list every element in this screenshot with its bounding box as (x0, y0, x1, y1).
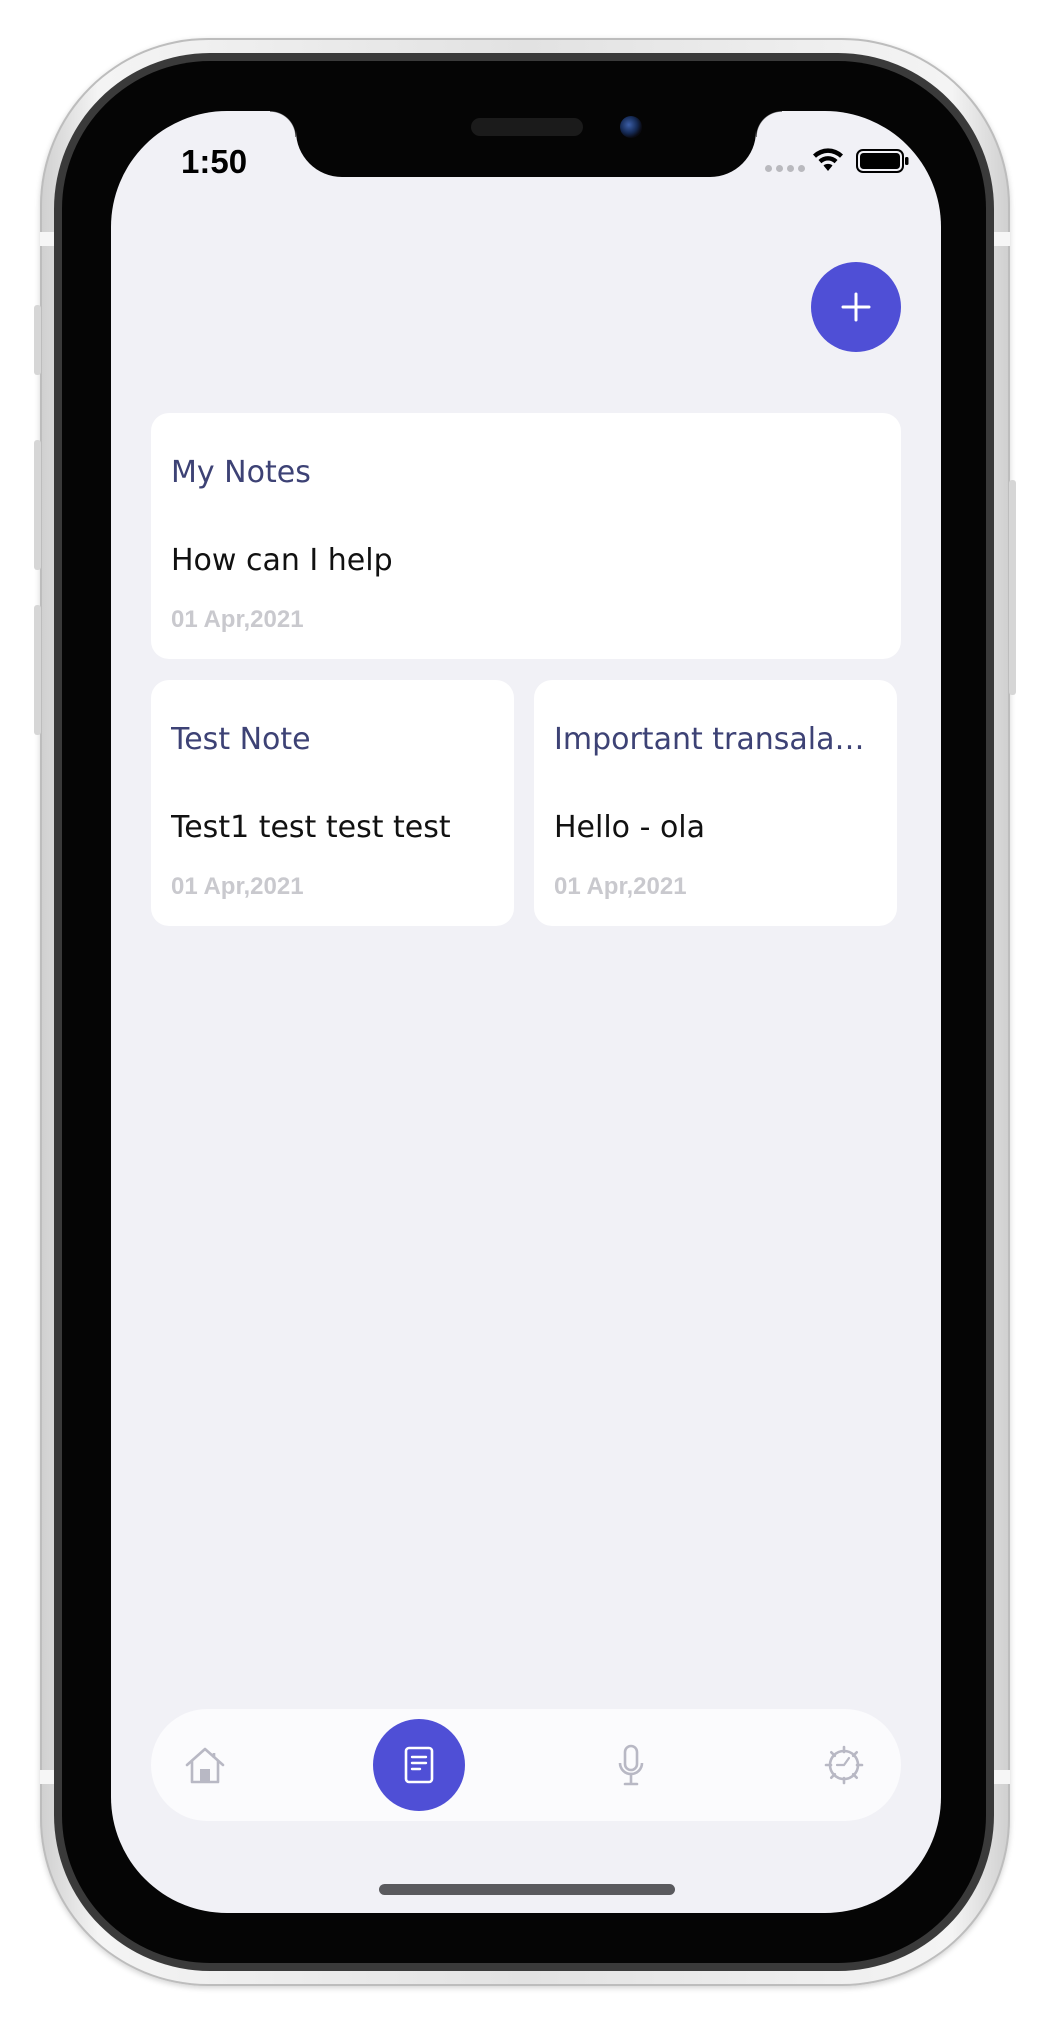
note-date: 01 Apr,2021 (171, 873, 304, 900)
silent-switch (34, 305, 41, 375)
note-title: My Notes (171, 455, 311, 490)
note-body: Hello - ola (554, 810, 706, 845)
status-time: 1:50 (181, 143, 248, 180)
front-camera-icon (620, 116, 642, 138)
nav-record[interactable] (585, 1719, 677, 1811)
antenna-band (994, 232, 1010, 246)
plus-icon (841, 292, 871, 322)
notch (270, 111, 782, 177)
speaker-grille (471, 118, 583, 136)
note-date: 01 Apr,2021 (171, 606, 304, 633)
bottom-nav (151, 1709, 901, 1821)
note-title: Test Note (171, 722, 311, 757)
note-card[interactable]: Important transala… Hello - ola 01 Apr,2… (534, 680, 897, 926)
home-indicator[interactable] (379, 1884, 675, 1895)
nav-notes[interactable] (373, 1719, 465, 1811)
cellular-signal-icon (765, 165, 805, 172)
screen: 1:50 My Notes How can I help 01 Apr,2021… (111, 111, 941, 1913)
home-icon (185, 1747, 225, 1784)
antenna-band (994, 1770, 1010, 1784)
volume-down-button (34, 605, 41, 735)
note-title: Important transala… (554, 722, 865, 757)
nav-settings[interactable] (798, 1719, 890, 1811)
battery-icon (856, 149, 909, 173)
volume-up-button (34, 440, 41, 570)
nav-home[interactable] (159, 1719, 251, 1811)
notes-icon (404, 1746, 434, 1784)
wifi-icon (813, 148, 843, 171)
note-body: Test1 test test test (171, 810, 451, 845)
note-card[interactable]: Test Note Test1 test test test 01 Apr,20… (151, 680, 514, 926)
microphone-icon (618, 1744, 644, 1786)
note-date: 01 Apr,2021 (554, 873, 687, 900)
note-body: How can I help (171, 543, 393, 578)
note-card[interactable]: My Notes How can I help 01 Apr,2021 (151, 413, 901, 659)
settings-icon (824, 1745, 864, 1785)
power-button (1009, 480, 1016, 695)
add-note-button[interactable] (811, 262, 901, 352)
